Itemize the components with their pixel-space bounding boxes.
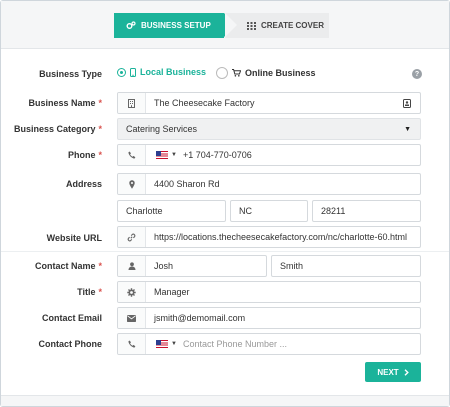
business-name-label: Business Name * xyxy=(28,98,102,108)
bottom-bar xyxy=(1,395,449,406)
address-street-field[interactable]: 4400 Sharon Rd xyxy=(117,173,421,195)
business-name-field[interactable]: The Cheesecake Factory xyxy=(117,92,421,114)
grid-icon xyxy=(247,21,256,30)
step-business-setup[interactable]: BUSINESS SETUP xyxy=(114,13,236,38)
chevron-right-icon xyxy=(404,368,409,376)
contact-phone-label: Contact Phone xyxy=(38,339,102,349)
step-bar: BUSINESS SETUP CREATE COVER xyxy=(1,1,449,49)
phone-field[interactable]: ▼ +1 704-770-0706 xyxy=(117,144,421,166)
website-value: https://locations.thecheesecakefactory.c… xyxy=(154,232,407,242)
map-marker-icon xyxy=(118,174,146,194)
link-icon xyxy=(118,227,146,247)
contact-email-field[interactable]: jsmith@demomail.com xyxy=(117,307,421,329)
contact-email-label: Contact Email xyxy=(41,313,102,323)
radio-online-business[interactable]: Online Business xyxy=(216,67,316,79)
business-category-value: Catering Services xyxy=(126,124,198,134)
address-state-field[interactable]: NC xyxy=(230,200,308,222)
website-field[interactable]: https://locations.thecheesecakefactory.c… xyxy=(117,226,421,248)
contact-first-name-field[interactable]: Josh xyxy=(117,255,267,277)
step-create-cover[interactable]: CREATE COVER xyxy=(225,13,329,38)
contact-phone-placeholder: Contact Phone Number ... xyxy=(182,339,288,349)
help-icon[interactable]: ? xyxy=(412,69,422,79)
website-label: Website URL xyxy=(46,233,102,243)
section-divider xyxy=(1,251,449,252)
contact-last-name-field[interactable]: Smith xyxy=(271,255,421,277)
gear-icon xyxy=(118,282,146,302)
contact-last-name-value: Smith xyxy=(280,261,304,271)
business-name-value: The Cheesecake Factory xyxy=(154,98,255,108)
business-category-label: Business Category * xyxy=(13,124,102,134)
next-button-label: NEXT xyxy=(377,367,399,377)
country-caret-icon[interactable]: ▼ xyxy=(171,341,177,347)
envelope-icon xyxy=(118,308,146,328)
business-category-select[interactable]: Catering Services ▼ xyxy=(117,118,421,140)
radio-online-label: Online Business xyxy=(245,68,316,78)
mobile-icon xyxy=(130,67,136,77)
contact-first-name-value: Josh xyxy=(154,261,174,271)
radio-local-business[interactable]: Local Business xyxy=(117,67,206,77)
radio-online-circle[interactable] xyxy=(216,67,228,79)
phone-label: Phone * xyxy=(67,150,102,160)
user-icon xyxy=(118,256,146,276)
contact-email-value: jsmith@demomail.com xyxy=(154,313,246,323)
address-zip-field[interactable]: 28211 xyxy=(312,200,421,222)
step-business-setup-label: BUSINESS SETUP xyxy=(141,21,211,30)
radio-local-circle[interactable] xyxy=(117,67,126,77)
phone-value: +1 704-770-0706 xyxy=(182,150,252,160)
phone-icon xyxy=(118,334,146,354)
title-field[interactable]: Manager xyxy=(117,281,421,303)
contact-phone-field[interactable]: ▼ Contact Phone Number ... xyxy=(117,333,421,355)
us-flag-icon[interactable] xyxy=(156,340,168,348)
address-label: Address xyxy=(65,179,102,189)
phone-icon xyxy=(118,145,146,165)
address-city-field[interactable]: Charlotte xyxy=(117,200,226,222)
cogs-icon xyxy=(126,21,136,30)
chevron-down-icon: ▼ xyxy=(404,125,411,133)
contact-name-label: Contact Name * xyxy=(34,261,102,271)
address-city-value: Charlotte xyxy=(126,206,163,216)
us-flag-icon[interactable] xyxy=(156,151,168,159)
address-state-value: NC xyxy=(239,206,252,216)
cart-icon xyxy=(232,69,241,77)
next-button[interactable]: NEXT xyxy=(365,362,421,382)
business-type-label: Business Type xyxy=(39,69,102,79)
radio-local-label: Local Business xyxy=(140,67,207,77)
id-card-icon xyxy=(403,98,411,108)
building-icon xyxy=(118,93,146,113)
step-create-cover-label: CREATE COVER xyxy=(261,21,324,30)
title-value: Manager xyxy=(154,287,190,297)
country-caret-icon[interactable]: ▼ xyxy=(171,152,177,158)
address-zip-value: 28211 xyxy=(321,206,346,216)
address-street-value: 4400 Sharon Rd xyxy=(154,179,220,189)
title-label: Title * xyxy=(77,287,102,297)
form-panel: BUSINESS SETUP CREATE COVER Business Typ… xyxy=(0,0,450,407)
